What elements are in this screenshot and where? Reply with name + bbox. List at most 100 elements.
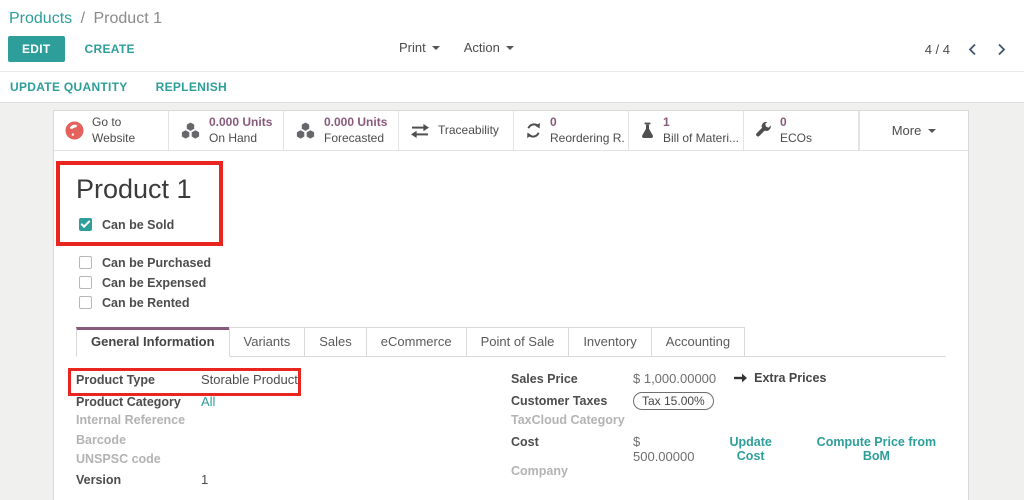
- stat-label: On Hand: [209, 130, 258, 145]
- breadcrumb-products-link[interactable]: Products: [9, 10, 72, 27]
- can-be-sold-checkbox[interactable]: [79, 218, 92, 231]
- cubes-icon: [295, 122, 316, 139]
- field-label: Cost: [511, 435, 539, 449]
- stat-label: Forecasted: [324, 130, 385, 145]
- field-label: Barcode: [76, 432, 127, 447]
- stat-value: 0.000 Units: [209, 114, 273, 129]
- forecasted-button[interactable]: 0.000 Units Forecasted: [284, 111, 399, 150]
- product-category-link[interactable]: All: [201, 394, 215, 409]
- ecos-button[interactable]: 0 ECOs: [744, 111, 859, 150]
- create-button[interactable]: CREATE: [85, 42, 135, 56]
- can-be-expensed-checkbox[interactable]: [79, 276, 92, 289]
- pager-next-button[interactable]: [995, 41, 1008, 58]
- field-label: Version: [76, 472, 122, 487]
- tab-general-information[interactable]: General Information: [76, 327, 230, 357]
- product-type-row: Product Type Storable Product: [76, 372, 298, 392]
- more-button[interactable]: More: [859, 111, 968, 150]
- internal-reference-row: Internal Reference: [76, 413, 511, 433]
- exchange-arrows-icon: [410, 123, 430, 138]
- reordering-rules-button[interactable]: 0 Reordering R...: [514, 111, 629, 150]
- stat-label: Go to: [92, 114, 122, 129]
- field-label: Internal Reference: [76, 413, 186, 427]
- customer-tax-badge[interactable]: Tax 15.00%: [633, 392, 714, 410]
- chevron-down-icon: [431, 45, 440, 50]
- flask-icon: [640, 122, 655, 139]
- field-label: Customer Taxes: [511, 394, 608, 408]
- product-form-sheet: Go to Website 0.000 Units On Hand 0.000 …: [53, 110, 969, 500]
- tab-accounting[interactable]: Accounting: [650, 327, 746, 356]
- more-button-label: More: [891, 123, 922, 138]
- annotation-box-title: Product 1 Can be Sold: [56, 161, 223, 246]
- annotation-box-product-type: Product Type Storable Product: [68, 368, 301, 396]
- update-cost-link[interactable]: Update Cost: [717, 435, 785, 463]
- stat-value: 1: [663, 114, 670, 129]
- extra-prices-label: Extra Prices: [754, 371, 827, 385]
- taxcloud-category-row: TaxCloud Category: [511, 413, 946, 434]
- chevron-left-icon: [968, 43, 976, 55]
- breadcrumb-current: Product 1: [93, 10, 162, 27]
- stat-label: Website: [92, 130, 136, 145]
- stat-label: Reordering R...: [550, 130, 624, 145]
- barcode-row: Barcode: [76, 433, 511, 453]
- checkbox-label: Can be Rented: [102, 295, 190, 310]
- go-to-website-button[interactable]: Go to Website: [54, 111, 169, 150]
- chevron-down-icon: [505, 45, 514, 50]
- tab-sales[interactable]: Sales: [304, 327, 367, 356]
- version-row: Version 1: [76, 472, 511, 492]
- checkbox-label: Can be Sold: [102, 217, 175, 232]
- cost-value: $ 500.00000: [633, 434, 695, 464]
- extra-prices-link[interactable]: Extra Prices: [734, 371, 826, 385]
- wrench-icon: [755, 121, 772, 139]
- pager: 4 / 4: [925, 41, 1008, 58]
- company-row: Company: [511, 464, 946, 485]
- checkbox-group: Can be Purchased Can be Expensed Can be …: [76, 253, 946, 312]
- pager-previous-button[interactable]: [966, 41, 979, 58]
- action-menu-label: Action: [463, 40, 500, 55]
- stat-value: 0.000 Units: [324, 114, 388, 129]
- stat-label: ECOs: [780, 130, 813, 145]
- print-menu-label: Print: [399, 40, 426, 55]
- action-buttons-row: EDIT CREATE Print Action 4 / 4: [0, 34, 1024, 72]
- sales-price-value: $ 1,000.00000: [633, 371, 717, 386]
- field-label: Product Type: [76, 373, 155, 387]
- on-hand-button[interactable]: 0.000 Units On Hand: [169, 111, 284, 150]
- checkbox-label: Can be Purchased: [102, 255, 212, 270]
- can-be-rented-row: Can be Rented: [79, 293, 946, 312]
- can-be-purchased-checkbox[interactable]: [79, 256, 92, 269]
- pager-count: 4 / 4: [924, 41, 950, 57]
- print-menu[interactable]: Print: [399, 40, 440, 55]
- customer-taxes-row: Customer Taxes Tax 15.00%: [511, 392, 946, 413]
- traceability-button[interactable]: Traceability: [399, 111, 514, 150]
- tab-variants[interactable]: Variants: [228, 327, 306, 356]
- chevron-right-icon: [998, 43, 1006, 55]
- replenish-button[interactable]: REPLENISH: [156, 80, 227, 94]
- stat-label: Traceability: [438, 122, 499, 137]
- product-type-value: Storable Product: [201, 372, 298, 387]
- stat-button-row: Go to Website 0.000 Units On Hand 0.000 …: [54, 111, 968, 151]
- globe-icon: [65, 121, 84, 140]
- tab-inventory[interactable]: Inventory: [568, 327, 652, 356]
- product-title: Product 1: [76, 174, 192, 204]
- tab-ecommerce[interactable]: eCommerce: [365, 327, 467, 356]
- tab-point-of-sale[interactable]: Point of Sale: [465, 327, 570, 356]
- can-be-purchased-row: Can be Purchased: [79, 253, 946, 272]
- bill-of-materials-button[interactable]: 1 Bill of Materi...: [629, 111, 744, 150]
- field-label: Sales Price: [511, 372, 578, 386]
- sales-price-row: Sales Price $ 1,000.00000 Extra Prices: [511, 371, 946, 392]
- cost-row: Cost $ 500.00000 Update Cost Compute Pri…: [511, 434, 946, 464]
- general-information-panel: Product Type Storable Product Product Ca…: [68, 368, 946, 492]
- breadcrumb-separator: /: [80, 10, 86, 27]
- center-menus: Print Action: [399, 40, 514, 55]
- cubes-icon: [180, 122, 201, 139]
- sheet-body: Product 1 Can be Sold Can be Purchased C…: [54, 151, 968, 500]
- control-panel: Products / Product 1 EDIT CREATE Print A…: [0, 0, 1024, 103]
- field-label: TaxCloud Category: [511, 413, 625, 427]
- compute-price-from-bom-link[interactable]: Compute Price from BoM: [807, 435, 946, 463]
- can-be-sold-row: Can be Sold: [79, 215, 219, 234]
- can-be-rented-checkbox[interactable]: [79, 296, 92, 309]
- edit-button[interactable]: EDIT: [8, 36, 65, 62]
- update-quantity-button[interactable]: UPDATE QUANTITY: [10, 80, 128, 94]
- action-menu[interactable]: Action: [464, 40, 514, 55]
- unspsc-code-row: UNSPSC code: [76, 452, 511, 472]
- refresh-icon: [525, 122, 542, 139]
